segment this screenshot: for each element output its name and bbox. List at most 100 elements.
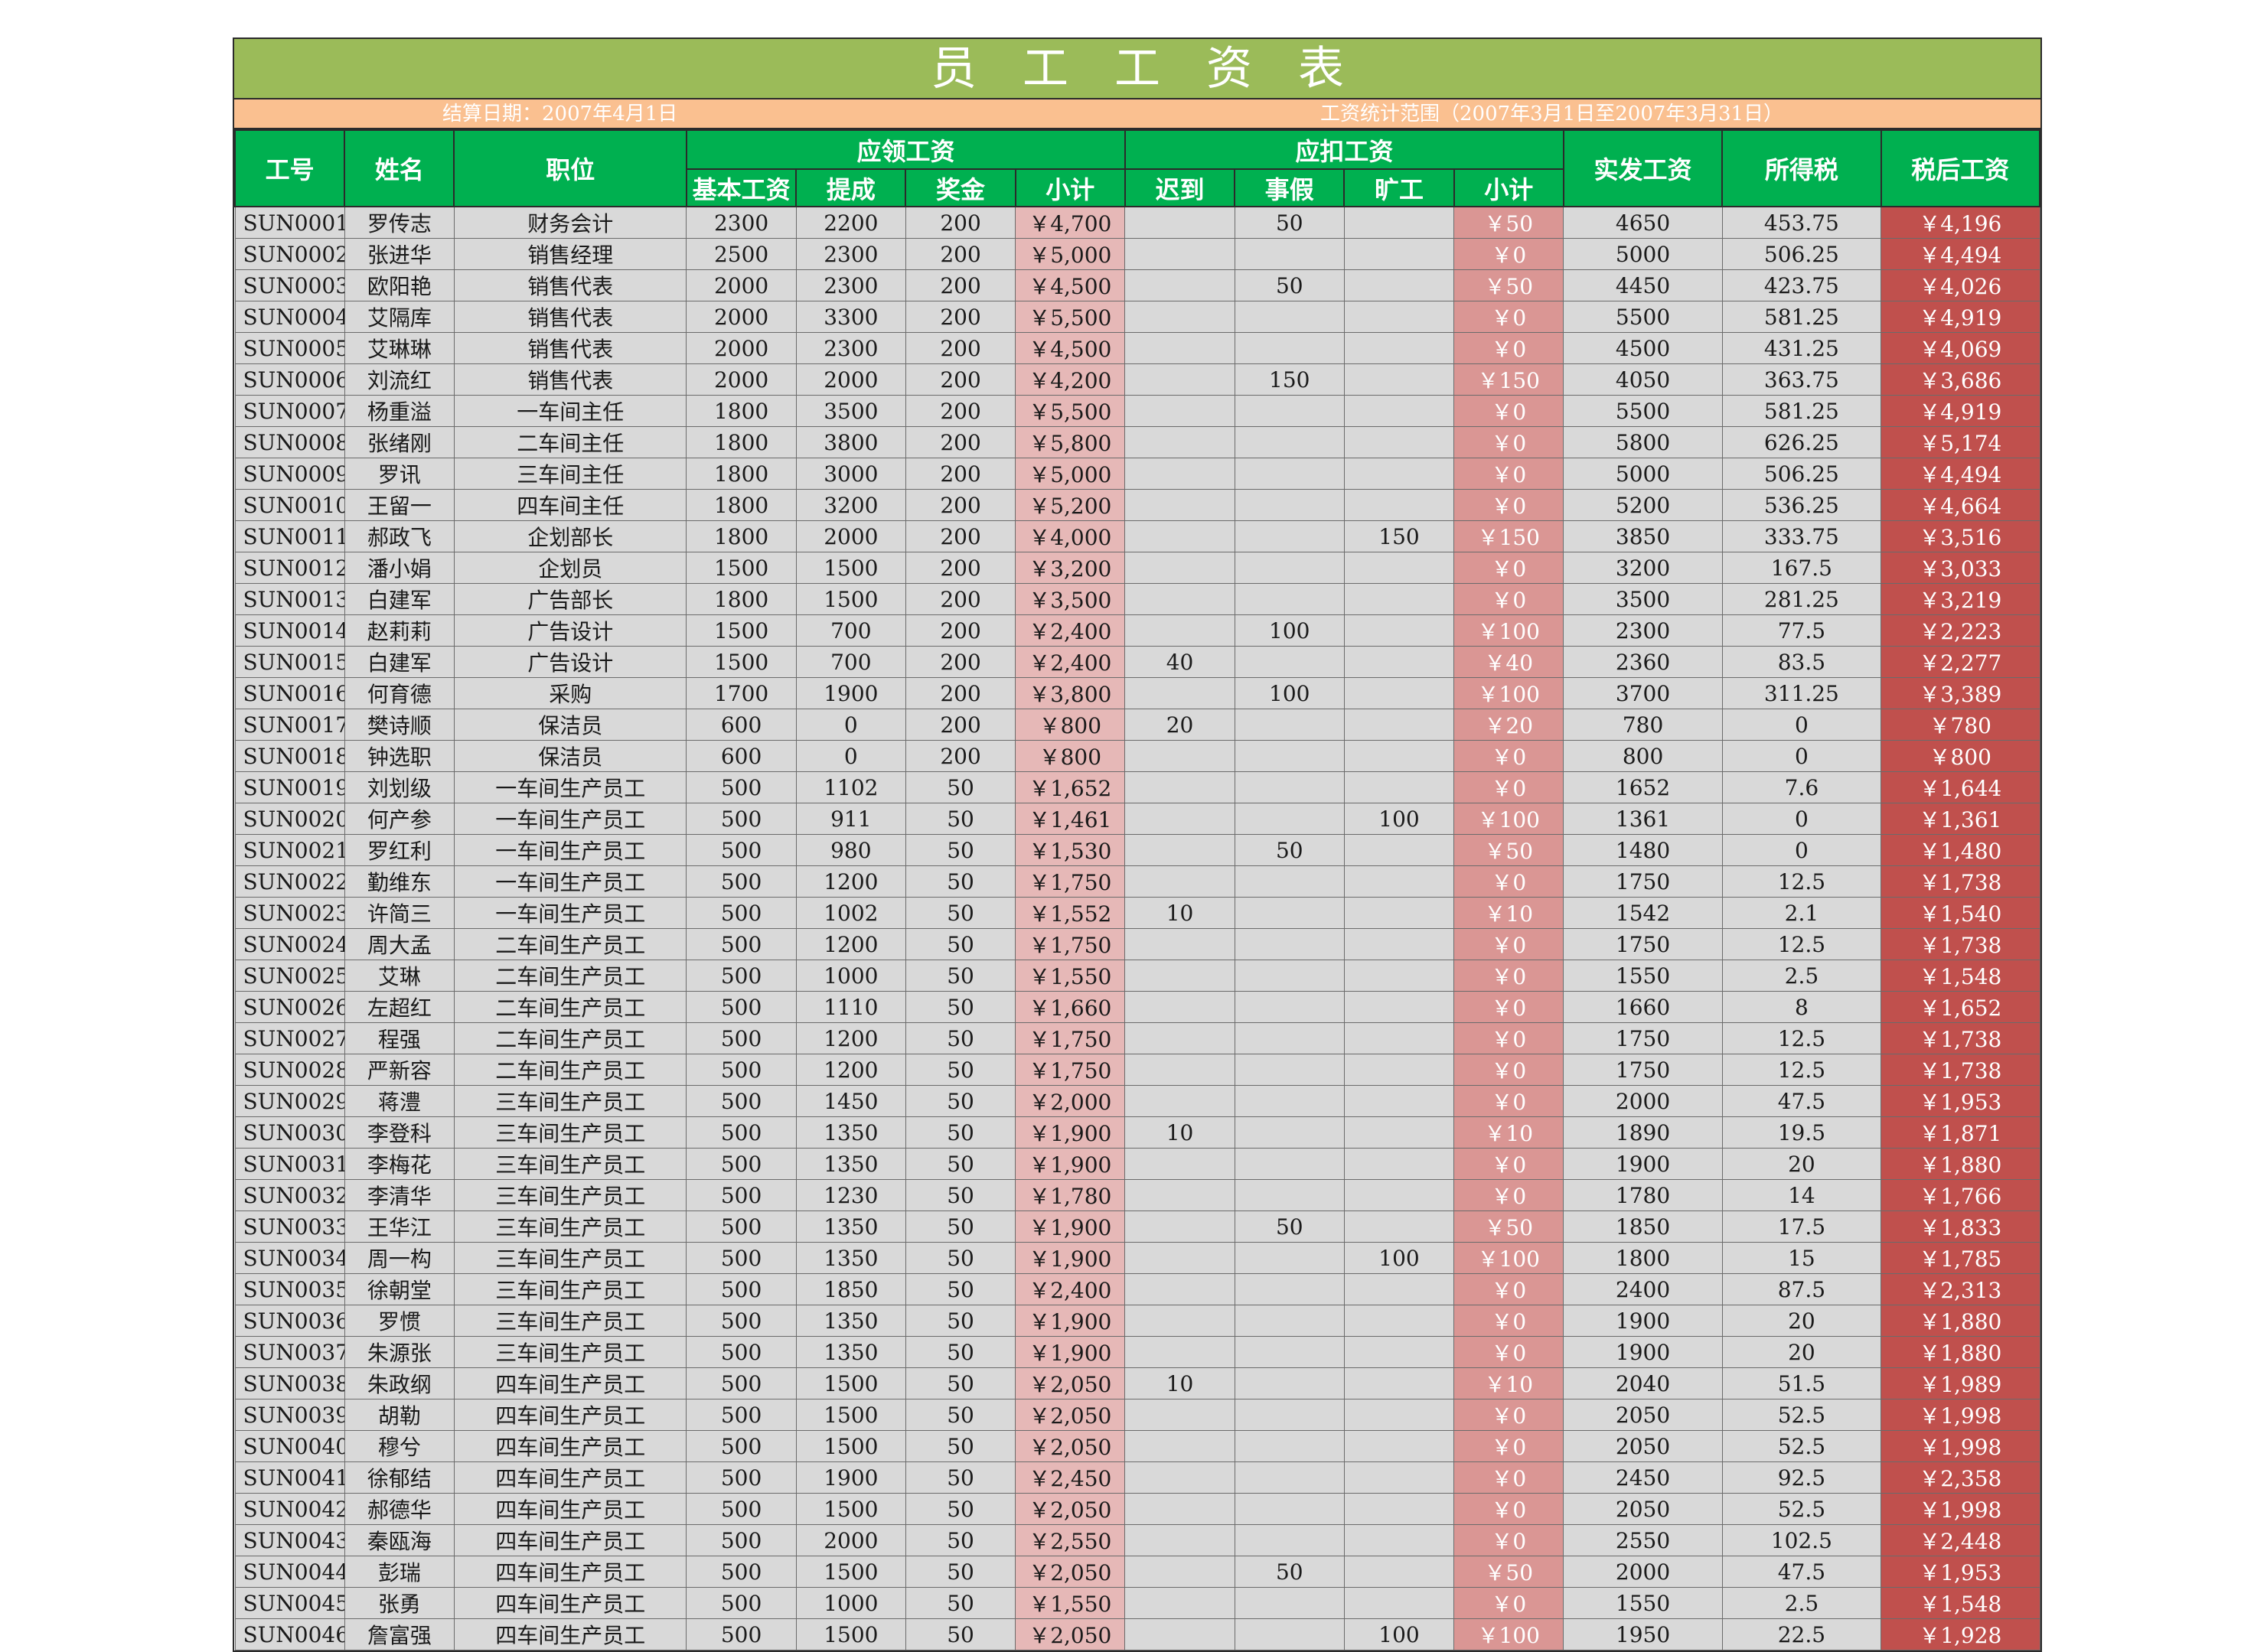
cell-commission[interactable]: 1500 [795, 1399, 906, 1431]
cell-late[interactable]: 10 [1124, 1367, 1235, 1399]
cell-bonus[interactable]: 50 [905, 1116, 1016, 1149]
cell-late[interactable] [1124, 1022, 1235, 1054]
cell-absent[interactable] [1343, 458, 1455, 490]
header-actual[interactable]: 实发工资 [1562, 129, 1724, 207]
cell-basic[interactable]: 500 [686, 1399, 797, 1431]
cell-late[interactable] [1124, 771, 1235, 803]
cell-id[interactable]: SUN0033 [234, 1210, 345, 1243]
cell-name[interactable]: 徐郁结 [344, 1461, 455, 1494]
cell-commission[interactable]: 1102 [795, 771, 906, 803]
cell-name[interactable]: 郝德华 [344, 1493, 455, 1525]
cell-deduct-subtotal[interactable]: ￥0 [1453, 991, 1564, 1023]
cell-earn-subtotal[interactable]: ￥1,900 [1015, 1305, 1126, 1337]
cell-basic[interactable]: 500 [686, 1336, 797, 1368]
cell-basic[interactable]: 1800 [686, 395, 797, 427]
cell-bonus[interactable]: 200 [905, 363, 1016, 396]
cell-after-tax[interactable]: ￥4,919 [1881, 301, 2040, 333]
cell-tax[interactable]: 581.25 [1721, 301, 1882, 333]
cell-basic[interactable]: 500 [686, 865, 797, 898]
cell-tax[interactable]: 581.25 [1721, 395, 1882, 427]
cell-late[interactable] [1124, 1054, 1235, 1086]
cell-after-tax[interactable]: ￥1,998 [1881, 1493, 2040, 1525]
cell-actual[interactable]: 1361 [1563, 803, 1723, 835]
cell-tax[interactable]: 83.5 [1721, 646, 1882, 678]
cell-actual[interactable]: 1652 [1563, 771, 1723, 803]
cell-name[interactable]: 白建军 [344, 646, 455, 678]
cell-name[interactable]: 勤维东 [344, 865, 455, 898]
cell-leave[interactable] [1234, 332, 1345, 364]
cell-bonus[interactable]: 50 [905, 1148, 1016, 1180]
cell-bonus[interactable]: 200 [905, 677, 1016, 709]
cell-name[interactable]: 杨重溢 [344, 395, 455, 427]
cell-absent[interactable] [1343, 771, 1455, 803]
cell-bonus[interactable]: 50 [905, 1054, 1016, 1086]
cell-name[interactable]: 刘流红 [344, 363, 455, 396]
cell-id[interactable]: SUN0017 [234, 709, 345, 741]
cell-earn-subtotal[interactable]: ￥1,750 [1015, 1022, 1126, 1054]
cell-name[interactable]: 蒋澧 [344, 1085, 455, 1117]
cell-position[interactable]: 三车间生产员工 [453, 1336, 687, 1368]
cell-earn-subtotal[interactable]: ￥2,450 [1015, 1461, 1126, 1494]
cell-commission[interactable]: 2000 [795, 520, 906, 552]
cell-actual[interactable]: 1750 [1563, 928, 1723, 960]
cell-earn-subtotal[interactable]: ￥1,550 [1015, 1587, 1126, 1619]
cell-absent[interactable] [1343, 489, 1455, 521]
cell-commission[interactable]: 2000 [795, 363, 906, 396]
cell-absent[interactable] [1343, 1148, 1455, 1180]
cell-earn-subtotal[interactable]: ￥3,500 [1015, 583, 1126, 615]
cell-commission[interactable]: 1350 [795, 1148, 906, 1180]
cell-deduct-subtotal[interactable]: ￥0 [1453, 1399, 1564, 1431]
cell-commission[interactable]: 1500 [795, 1367, 906, 1399]
cell-after-tax[interactable]: ￥1,361 [1881, 803, 2040, 835]
cell-bonus[interactable]: 50 [905, 1273, 1016, 1305]
cell-tax[interactable]: 536.25 [1721, 489, 1882, 521]
header-deduct-subtotal[interactable]: 小计 [1453, 168, 1564, 207]
cell-after-tax[interactable]: ￥3,219 [1881, 583, 2040, 615]
cell-bonus[interactable]: 50 [905, 1493, 1016, 1525]
cell-deduct-subtotal[interactable]: ￥150 [1453, 520, 1564, 552]
header-earn-subtotal[interactable]: 小计 [1014, 168, 1126, 207]
cell-actual[interactable]: 1480 [1563, 834, 1723, 866]
cell-late[interactable] [1124, 1556, 1235, 1588]
cell-late[interactable] [1124, 269, 1235, 301]
cell-absent[interactable] [1343, 552, 1455, 584]
cell-commission[interactable]: 911 [795, 803, 906, 835]
cell-earn-subtotal[interactable]: ￥1,660 [1015, 991, 1126, 1023]
cell-late[interactable] [1124, 614, 1235, 647]
cell-bonus[interactable]: 50 [905, 834, 1016, 866]
cell-after-tax[interactable]: ￥1,540 [1881, 897, 2040, 929]
cell-name[interactable]: 郝政飞 [344, 520, 455, 552]
cell-actual[interactable]: 2400 [1563, 1273, 1723, 1305]
cell-actual[interactable]: 3850 [1563, 520, 1723, 552]
cell-basic[interactable]: 2000 [686, 363, 797, 396]
cell-actual[interactable]: 5200 [1563, 489, 1723, 521]
cell-earn-subtotal[interactable]: ￥2,400 [1015, 1273, 1126, 1305]
cell-id[interactable]: SUN0034 [234, 1242, 345, 1274]
cell-after-tax[interactable]: ￥1,928 [1881, 1618, 2040, 1650]
cell-late[interactable] [1124, 458, 1235, 490]
cell-position[interactable]: 四车间生产员工 [453, 1556, 687, 1588]
cell-name[interactable]: 白建军 [344, 583, 455, 615]
cell-earn-subtotal[interactable]: ￥5,500 [1015, 395, 1126, 427]
cell-absent[interactable] [1343, 238, 1455, 270]
cell-name[interactable]: 何产参 [344, 803, 455, 835]
cell-basic[interactable]: 1500 [686, 646, 797, 678]
cell-after-tax[interactable]: ￥2,277 [1881, 646, 2040, 678]
cell-late[interactable] [1124, 1336, 1235, 1368]
cell-leave[interactable] [1234, 1524, 1345, 1556]
cell-deduct-subtotal[interactable]: ￥0 [1453, 1430, 1564, 1462]
cell-late[interactable] [1124, 1399, 1235, 1431]
cell-id[interactable]: SUN0002 [234, 238, 345, 270]
cell-position[interactable]: 财务会计 [453, 206, 687, 239]
cell-bonus[interactable]: 200 [905, 458, 1016, 490]
cell-actual[interactable]: 1550 [1563, 960, 1723, 992]
cell-basic[interactable]: 500 [686, 1273, 797, 1305]
cell-id[interactable]: SUN0006 [234, 363, 345, 396]
cell-position[interactable]: 企划员 [453, 552, 687, 584]
cell-position[interactable]: 一车间生产员工 [453, 834, 687, 866]
cell-commission[interactable]: 2000 [795, 1524, 906, 1556]
cell-bonus[interactable]: 200 [905, 614, 1016, 647]
cell-basic[interactable]: 500 [686, 1461, 797, 1494]
cell-position[interactable]: 一车间生产员工 [453, 771, 687, 803]
cell-tax[interactable]: 15 [1721, 1242, 1882, 1274]
